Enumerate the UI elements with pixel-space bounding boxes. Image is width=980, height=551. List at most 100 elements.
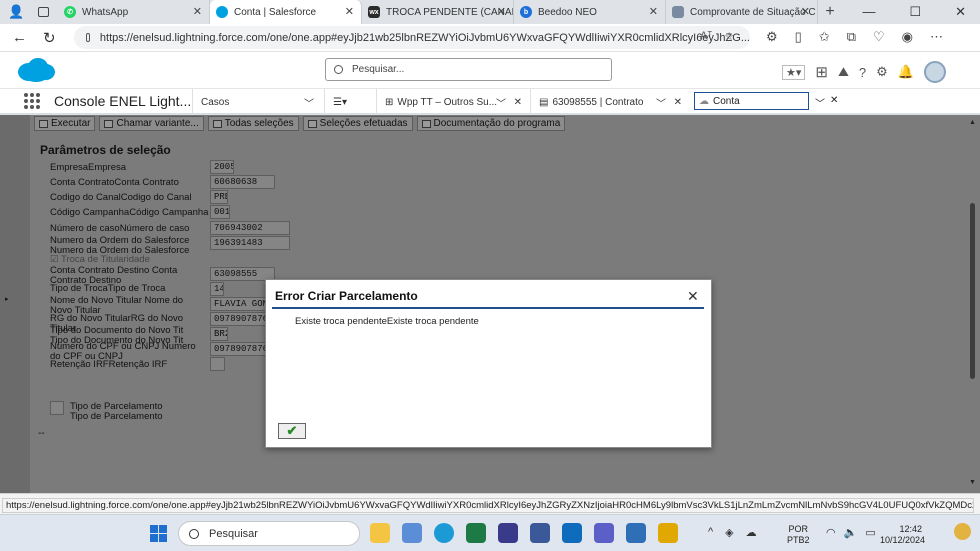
- notifications-icon[interactable]: [954, 523, 971, 540]
- reload-icon[interactable]: ↻: [43, 29, 56, 47]
- call-variant-button[interactable]: Chamar variante...: [99, 116, 204, 131]
- wifi-icon[interactable]: ◠: [826, 526, 836, 539]
- app-icon[interactable]: [530, 523, 550, 543]
- close-tab-icon[interactable]: ✕: [193, 5, 202, 18]
- close-tab-icon[interactable]: ✕: [830, 95, 838, 106]
- nav-item-casos[interactable]: Casos ﹀: [192, 89, 324, 115]
- user-avatar[interactable]: [923, 61, 946, 83]
- workspace-list-menu[interactable]: ☰▾: [324, 89, 376, 115]
- battery-icon[interactable]: ▭: [865, 526, 875, 539]
- close-window-icon[interactable]: ✕: [955, 0, 966, 24]
- tipo-documento-input[interactable]: BR2: [210, 327, 228, 341]
- teams-icon[interactable]: [594, 523, 614, 543]
- global-search-input[interactable]: Pesquisar...: [325, 58, 612, 81]
- excel-icon[interactable]: [466, 523, 486, 543]
- browser-tab-beedoo[interactable]: b Beedoo NEO ✕: [514, 0, 666, 24]
- extensions-icon[interactable]: ⚙: [766, 29, 778, 45]
- list-menu-icon[interactable]: ☰▾: [333, 97, 347, 108]
- windows-start-icon[interactable]: [150, 525, 167, 542]
- minimize-icon[interactable]: —: [862, 0, 875, 24]
- chevron-up-icon[interactable]: ^: [708, 526, 713, 539]
- read-aloud-icon[interactable]: Aᵀ: [700, 30, 712, 43]
- numero-caso-input[interactable]: 706943002: [210, 221, 290, 235]
- cpf-cnpj-input[interactable]: 0978907876: [210, 342, 266, 356]
- favorite-star-icon[interactable]: ☆: [724, 30, 734, 43]
- tipo-parcelamento-input[interactable]: [50, 401, 64, 415]
- close-tab-icon[interactable]: ✕: [514, 97, 522, 108]
- program-documentation-button[interactable]: Documentação do programa: [416, 116, 566, 131]
- browser-essentials-icon[interactable]: ♡: [873, 29, 885, 45]
- back-icon[interactable]: ←: [12, 29, 27, 47]
- photos-icon[interactable]: [402, 523, 422, 543]
- browser-tab-comprovante[interactable]: Comprovante de Situação C ✕: [666, 0, 818, 24]
- app-launcher-icon[interactable]: [24, 93, 46, 109]
- clock[interactable]: 12:42 10/12/2024: [880, 524, 925, 546]
- site-info-icon[interactable]: [86, 33, 90, 42]
- close-tab-icon[interactable]: ✕: [801, 5, 810, 18]
- workspaces-icon[interactable]: [38, 7, 50, 17]
- favorites-icon[interactable]: ✩: [819, 29, 830, 45]
- split-screen-icon[interactable]: ▯: [795, 29, 802, 45]
- taskbar-search[interactable]: Pesquisar: [178, 521, 360, 546]
- conta-contrato-input[interactable]: 60680638: [210, 175, 275, 189]
- trailhead-icon[interactable]: ⛰: [838, 64, 849, 80]
- chevron-down-icon[interactable]: ﹀: [496, 95, 506, 110]
- workspace-tab-contrato[interactable]: ▤ 63098555 | Contrato ﹀ ✕: [530, 89, 690, 115]
- tipo-troca-input[interactable]: 14: [210, 282, 224, 296]
- setup-gear-icon[interactable]: ⚙: [876, 64, 888, 80]
- file-explorer-icon[interactable]: [370, 523, 390, 543]
- rg-novo-titular-input[interactable]: 0978907876: [210, 312, 266, 326]
- chevron-down-icon[interactable]: ﹀: [815, 95, 825, 110]
- app-icon[interactable]: [626, 523, 646, 543]
- url-field[interactable]: https://enelsud.lightning.force.com/one/…: [74, 26, 750, 49]
- outlook-icon[interactable]: [562, 523, 582, 543]
- edge-icon[interactable]: [434, 523, 454, 543]
- scroll-thumb[interactable]: [970, 203, 975, 379]
- close-tab-icon[interactable]: ✕: [345, 5, 354, 18]
- numero-ordem-input[interactable]: 196391483: [210, 236, 290, 250]
- collapse-handle-icon[interactable]: ▸: [5, 295, 9, 303]
- new-tab-button[interactable]: +: [818, 0, 842, 24]
- close-tab-icon[interactable]: ✕: [649, 5, 658, 18]
- maximize-icon[interactable]: ☐: [909, 0, 921, 24]
- execute-button[interactable]: Executar: [34, 116, 96, 131]
- browser-tab-troca-pendente[interactable]: wx TROCA PENDENTE (CANAL V ✕: [362, 0, 514, 24]
- volume-icon[interactable]: 🔈: [844, 526, 858, 539]
- codigo-canal-input[interactable]: PRE: [210, 190, 228, 204]
- favorites-star-icon[interactable]: ★▾: [782, 64, 806, 80]
- copilot-icon[interactable]: ◉: [902, 29, 913, 45]
- retencao-irf-input[interactable]: [210, 357, 225, 371]
- more-menu-icon[interactable]: ⋯: [930, 29, 943, 45]
- codigo-campanha-input[interactable]: 001: [210, 205, 230, 219]
- selections-made-button[interactable]: Seleções efetuadas: [302, 116, 413, 131]
- help-icon[interactable]: ?: [859, 65, 866, 80]
- field-label: Codigo do CanalCodigo do Canal: [50, 192, 192, 203]
- browser-tab-salesforce[interactable]: Conta | Salesforce ✕: [210, 0, 362, 24]
- salesforce-logo-icon[interactable]: [16, 57, 56, 83]
- app-icon[interactable]: [658, 523, 678, 543]
- troca-titularidade-checkbox[interactable]: ☑ Troca de Titularidade: [50, 254, 150, 265]
- chevron-down-icon[interactable]: ﹀: [656, 95, 666, 110]
- vertical-scrollbar[interactable]: ▲ ▼: [966, 115, 980, 493]
- close-tab-icon[interactable]: ✕: [674, 97, 682, 108]
- defender-icon[interactable]: ◈: [725, 526, 733, 539]
- language-indicator[interactable]: POR PTB2: [787, 524, 810, 546]
- global-actions-icon[interactable]: ⊞: [815, 63, 828, 81]
- app-icon[interactable]: [498, 523, 518, 543]
- close-tab-icon[interactable]: ✕: [497, 5, 506, 18]
- nome-novo-titular-input[interactable]: FLAVIA GOMES: [210, 297, 266, 311]
- close-icon[interactable]: ✕: [687, 288, 699, 305]
- browser-tab-whatsapp[interactable]: ✆ WhatsApp ✕: [58, 0, 210, 24]
- scroll-up-icon[interactable]: ▲: [969, 119, 976, 126]
- collections-icon[interactable]: ⧉: [847, 29, 856, 45]
- confirm-button[interactable]: ✔: [278, 423, 306, 439]
- scroll-down-icon[interactable]: ▼: [969, 479, 976, 486]
- chevron-down-icon[interactable]: ﹀: [304, 95, 314, 110]
- workspace-tab-wpp[interactable]: ⊞ Wpp TT – Outros Su... ﹀ ✕: [376, 89, 530, 115]
- notifications-bell-icon[interactable]: 🔔: [898, 64, 914, 80]
- workspace-tab-conta[interactable]: ☁ Conta: [694, 92, 809, 110]
- cloud-icon[interactable]: ☁: [746, 526, 757, 539]
- profile-icon[interactable]: 👤: [8, 4, 24, 20]
- empresa-input[interactable]: 2005: [210, 160, 234, 174]
- all-selections-button[interactable]: Todas seleções: [207, 116, 299, 131]
